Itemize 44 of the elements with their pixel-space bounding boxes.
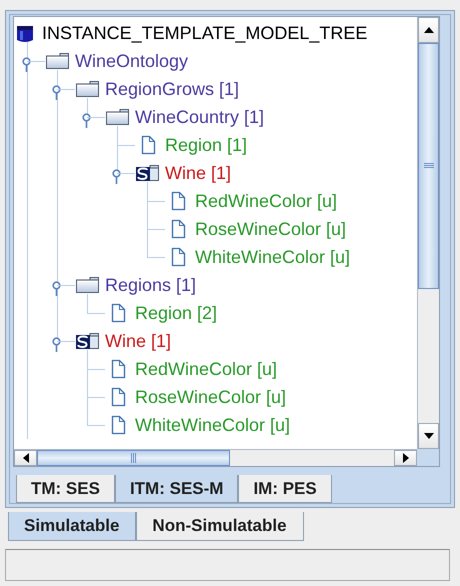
tree-node-label[interactable]: Wine [1] bbox=[105, 330, 172, 352]
tree-node-label[interactable]: INSTANCE_TEMPLATE_MODEL_TREE bbox=[42, 22, 368, 44]
class-icon bbox=[75, 332, 100, 350]
tab[interactable]: TM: SES bbox=[16, 475, 115, 503]
scroll-right-button[interactable] bbox=[394, 450, 417, 466]
tab[interactable]: ITM: SES-M bbox=[114, 475, 238, 503]
tree-node-label[interactable]: WineCountry [1] bbox=[135, 106, 264, 128]
tab[interactable]: Non-Simulatable bbox=[136, 512, 304, 541]
tree-node-label[interactable]: RoseWineColor [u] bbox=[135, 386, 286, 408]
expanded-handle-icon[interactable] bbox=[51, 280, 62, 296]
tree-node-label[interactable]: WineOntology bbox=[75, 50, 188, 72]
folder-icon bbox=[75, 80, 100, 98]
tree-node-label[interactable]: Region [2] bbox=[135, 302, 218, 324]
up-arrow-icon bbox=[424, 27, 434, 33]
tab[interactable]: IM: PES bbox=[238, 475, 332, 503]
expanded-handle-icon[interactable] bbox=[111, 168, 122, 184]
scroll-corner bbox=[417, 449, 439, 466]
expanded-handle-icon[interactable] bbox=[51, 84, 62, 100]
tree-node-label[interactable]: RoseWineColor [u] bbox=[195, 218, 346, 240]
expanded-handle-icon[interactable] bbox=[51, 336, 62, 352]
folder-icon bbox=[75, 276, 100, 294]
tree-node-label[interactable]: WhiteWineColor [u] bbox=[195, 246, 350, 268]
expanded-handle-icon[interactable] bbox=[21, 56, 32, 72]
left-arrow-icon bbox=[22, 453, 28, 463]
tree-node-label[interactable]: Region [1] bbox=[165, 134, 248, 156]
folder-icon bbox=[45, 52, 70, 70]
scrollbar-thumb[interactable] bbox=[418, 43, 439, 289]
tree-node-label[interactable]: RedWineColor [u] bbox=[195, 190, 338, 212]
tree-node-label[interactable]: RegionGrows [1] bbox=[105, 78, 240, 100]
tab[interactable]: Simulatable bbox=[8, 512, 136, 541]
tree-node-label[interactable]: Regions [1] bbox=[105, 274, 196, 296]
tree-node-label[interactable]: WhiteWineColor [u] bbox=[135, 414, 290, 436]
scroll-left-button[interactable] bbox=[14, 450, 37, 466]
expanded-handle-icon[interactable] bbox=[81, 112, 92, 128]
scroll-up-button[interactable] bbox=[418, 17, 439, 43]
tree-node-label[interactable]: Wine [1] bbox=[165, 162, 232, 184]
class-icon bbox=[135, 164, 160, 182]
right-arrow-icon bbox=[402, 453, 408, 463]
down-arrow-icon bbox=[424, 433, 434, 439]
folder-icon bbox=[105, 108, 130, 126]
scroll-down-button[interactable] bbox=[418, 423, 439, 449]
scrollbar-thumb[interactable] bbox=[37, 450, 230, 466]
tree-node-label[interactable]: RedWineColor [u] bbox=[135, 358, 278, 380]
cylinder-icon bbox=[16, 23, 34, 43]
